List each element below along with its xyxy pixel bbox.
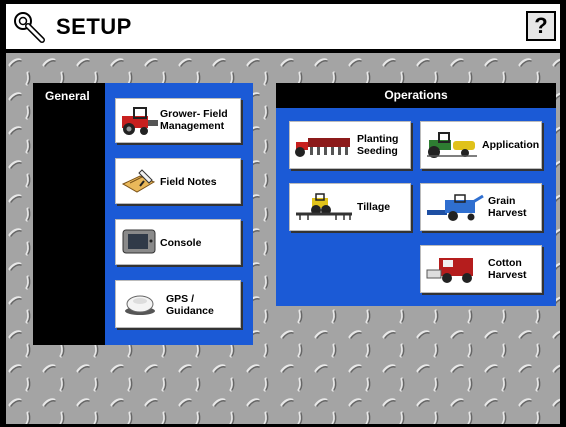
gps-receiver-icon xyxy=(125,295,155,315)
gps-guidance-label: GPS / Guidance xyxy=(166,293,214,317)
tillage-label: Tillage xyxy=(357,201,391,213)
application-button[interactable]: Application xyxy=(420,121,542,169)
combine-icon xyxy=(427,194,484,221)
tillage-button[interactable]: Tillage xyxy=(289,183,411,231)
grain-harvest-label: Grain Harvest xyxy=(488,195,527,219)
gps-guidance-button[interactable]: GPS / Guidance xyxy=(115,280,241,328)
application-label: Application xyxy=(482,139,540,151)
console-label: Console xyxy=(160,237,202,249)
general-button-area: Grower- Field Management Field Notes Con… xyxy=(105,83,253,345)
grower-field-management-label: Grower- Field Management xyxy=(160,108,228,132)
page-title: SETUP xyxy=(56,14,132,39)
field-notes-icon xyxy=(121,169,156,193)
grower-field-management-button[interactable]: Grower- Field Management xyxy=(115,98,241,143)
tractor-icon xyxy=(122,106,158,135)
planting-seeding-button[interactable]: Planting Seeding xyxy=(289,121,411,169)
operations-panel-title: Operations xyxy=(276,83,556,108)
sprayer-icon xyxy=(427,132,477,158)
operations-panel: Operations Planting Seeding Application xyxy=(276,83,556,306)
console-button[interactable]: Console xyxy=(115,219,241,265)
setup-screen: SETUP ? General Grower- Field Management xyxy=(0,0,566,427)
planting-seeding-label: Planting Seeding xyxy=(357,133,399,157)
general-panel-title: General xyxy=(45,89,90,103)
general-panel: General Grower- Field Management Field N… xyxy=(33,83,253,345)
cotton-harvest-button[interactable]: Cotton Harvest xyxy=(420,245,542,293)
field-notes-button[interactable]: Field Notes xyxy=(115,158,241,204)
grain-harvest-button[interactable]: Grain Harvest xyxy=(420,183,542,231)
wrench-icon xyxy=(14,12,45,43)
planter-icon xyxy=(295,138,350,157)
cotton-harvest-label: Cotton Harvest xyxy=(488,257,527,281)
tillage-icon xyxy=(296,193,352,220)
field-notes-label: Field Notes xyxy=(160,176,217,188)
title-bar: SETUP ? xyxy=(6,4,560,49)
cotton-picker-icon xyxy=(426,258,473,283)
console-icon xyxy=(122,229,156,254)
help-button[interactable]: ? xyxy=(526,11,556,41)
